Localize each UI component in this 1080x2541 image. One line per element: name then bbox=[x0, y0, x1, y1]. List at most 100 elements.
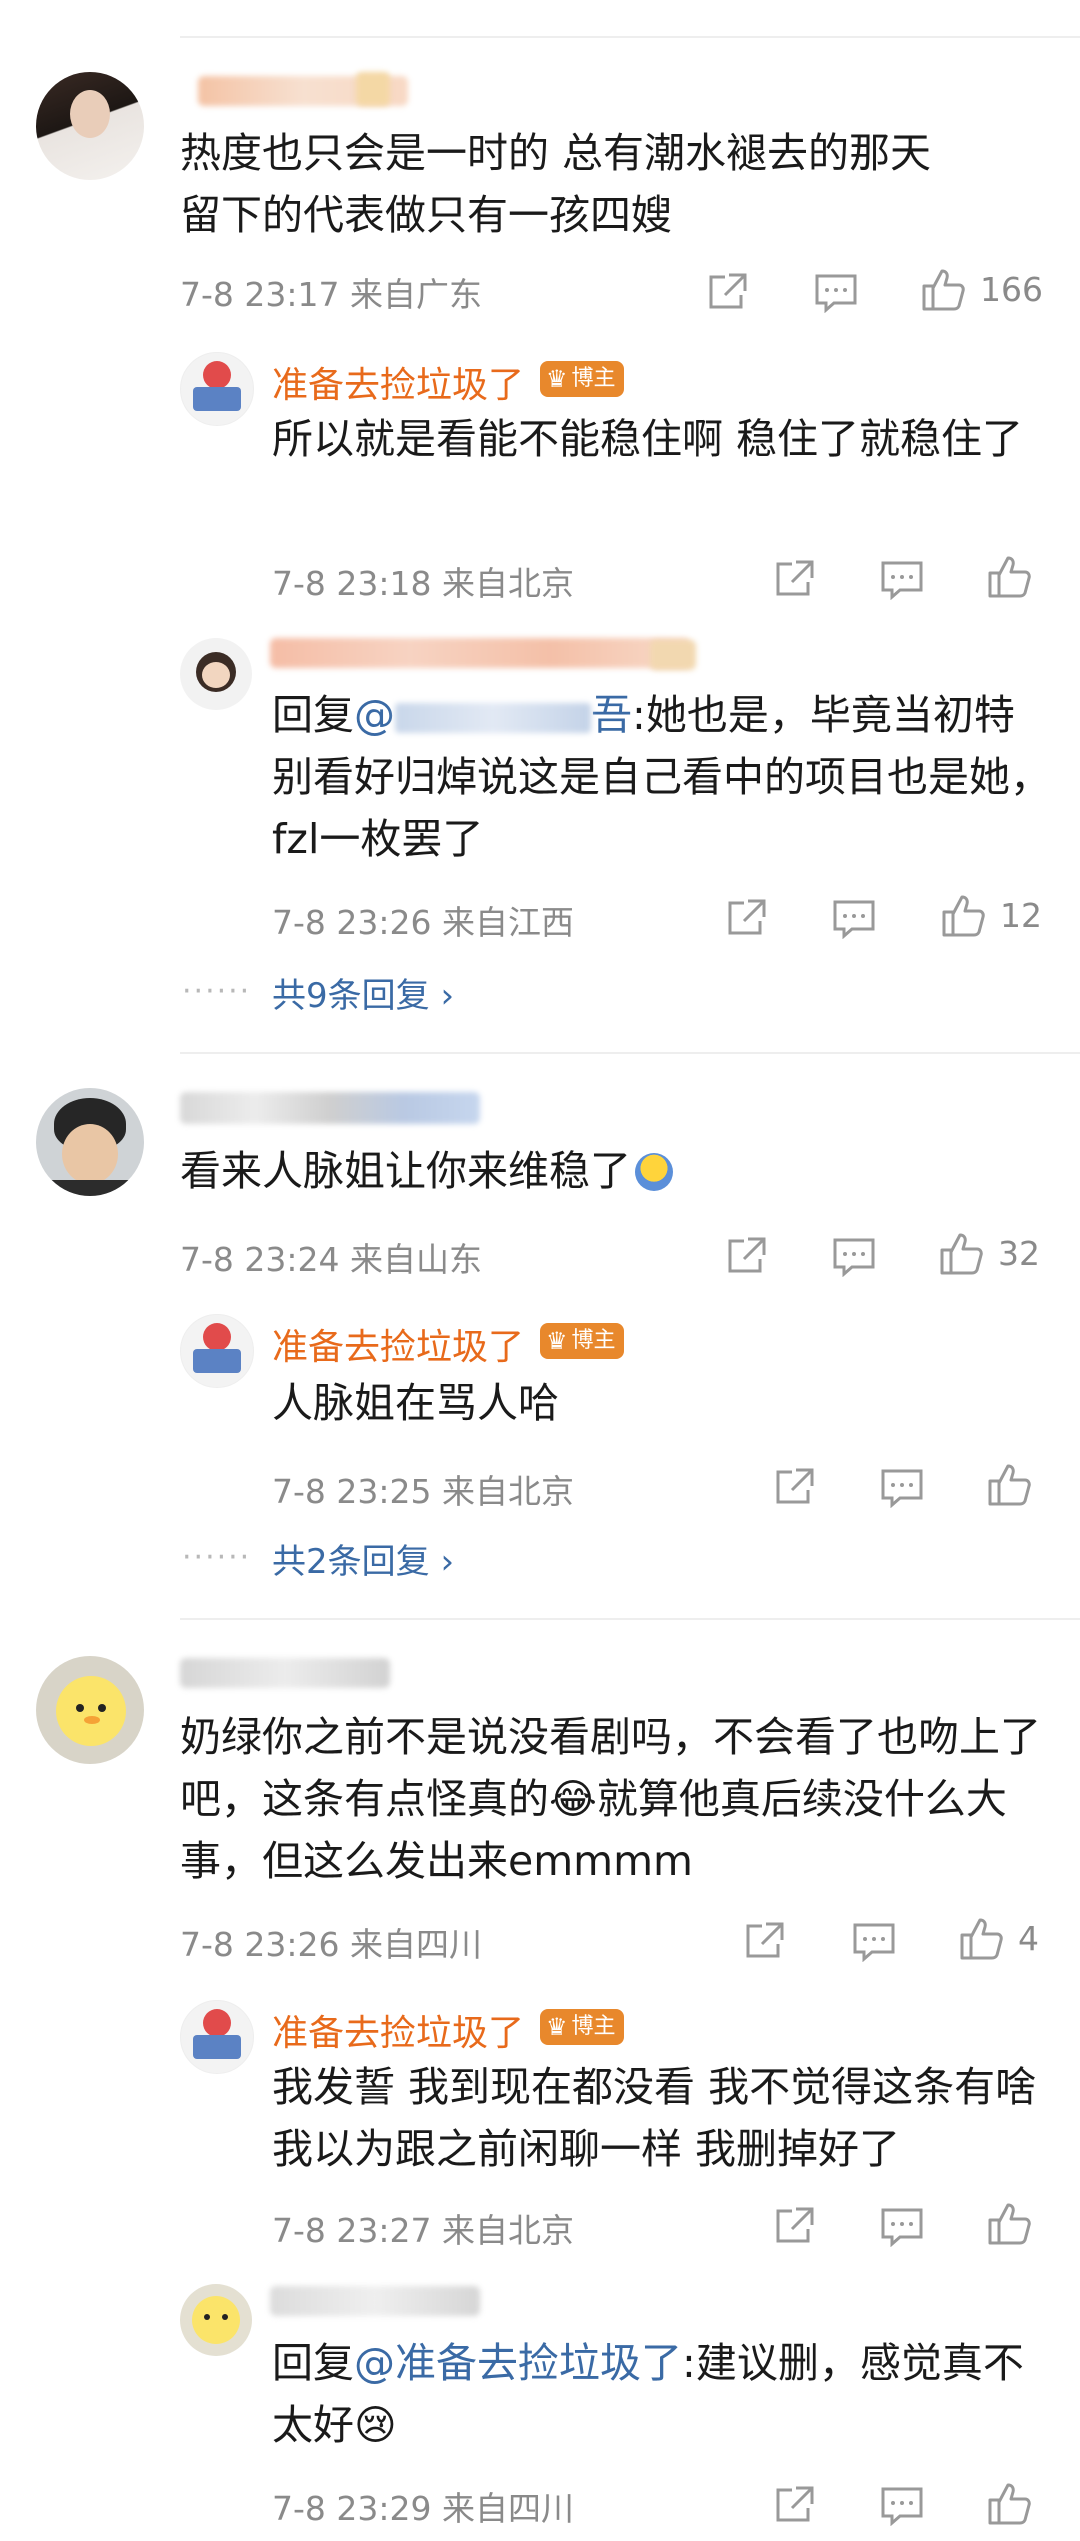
like-button[interactable] bbox=[986, 1461, 1032, 1507]
comment-meta: 7-8 23:24 来自山东 bbox=[180, 1240, 482, 1279]
share-button[interactable] bbox=[772, 558, 816, 602]
like-button[interactable]: 166 bbox=[920, 266, 1043, 312]
comment-meta: 7-8 23:26 来自四川 bbox=[180, 1925, 482, 1964]
author-avatar[interactable] bbox=[180, 1314, 254, 1388]
like-icon bbox=[988, 1464, 1031, 1506]
share-icon bbox=[776, 2486, 814, 2522]
dots-separator: ······ bbox=[182, 974, 252, 1009]
comment-button[interactable] bbox=[880, 2207, 924, 2247]
like-count: 4 bbox=[1018, 1918, 1039, 1958]
share-icon bbox=[709, 273, 747, 309]
comment-icon bbox=[833, 900, 875, 939]
share-icon bbox=[776, 560, 814, 596]
share-icon bbox=[776, 1468, 814, 1504]
comment-button[interactable] bbox=[814, 273, 858, 313]
author-name[interactable]: 准备去捡垃圾了 bbox=[272, 2004, 524, 2056]
reply-text: 回复@ 吾:她也是，毕竟当初特别看好归焯说这是自己看中的项目也是她，fzl一枚罢了 bbox=[272, 691, 1051, 863]
share-button[interactable] bbox=[772, 2205, 816, 2249]
author-name[interactable]: 准备去捡垃圾了 bbox=[272, 356, 524, 408]
comment-icon bbox=[881, 1469, 923, 1508]
like-icon bbox=[988, 2483, 1031, 2525]
author-avatar[interactable] bbox=[180, 352, 254, 426]
author-name[interactable]: 准备去捡垃圾了 bbox=[272, 1318, 524, 1370]
like-button[interactable]: 12 bbox=[940, 892, 1042, 938]
more-replies-link[interactable]: 共9条回复 › bbox=[272, 968, 454, 1017]
blogger-badge: ♛ 博主 bbox=[540, 1323, 624, 1359]
username-blurred[interactable] bbox=[180, 1658, 390, 1688]
like-count: 32 bbox=[998, 1233, 1040, 1273]
comment-meta: 7-8 23:17 来自广东 bbox=[180, 275, 482, 314]
share-button[interactable] bbox=[724, 897, 768, 941]
comment-divider bbox=[180, 1052, 1080, 1054]
mention-blurred bbox=[395, 703, 591, 733]
like-icon bbox=[988, 556, 1031, 598]
comment-button[interactable] bbox=[832, 899, 876, 939]
share-icon bbox=[728, 899, 766, 935]
blogger-badge: ♛ 博主 bbox=[540, 361, 624, 397]
like-button[interactable] bbox=[986, 2200, 1032, 2246]
like-icon bbox=[922, 269, 965, 311]
reply-meta: 7-8 23:26 来自江西 bbox=[272, 903, 574, 942]
share-button[interactable] bbox=[772, 2484, 816, 2528]
like-button[interactable] bbox=[986, 2480, 1032, 2526]
reply-meta: 7-8 23:18 来自北京 bbox=[272, 564, 574, 603]
reply-meta: 7-8 23:29 来自四川 bbox=[272, 2489, 574, 2528]
reply-text: 回复@准备去捡垃圾了:建议删，感觉真不太好😢 bbox=[272, 2339, 1024, 2449]
comment-button[interactable] bbox=[880, 2486, 924, 2526]
reply-text: 人脉姐在骂人哈 bbox=[272, 1379, 559, 1427]
more-replies-link[interactable]: 共2条回复 › bbox=[272, 1534, 454, 1583]
avatar[interactable] bbox=[36, 1088, 144, 1196]
mention-link[interactable]: @ 吾 bbox=[354, 691, 632, 739]
crown-icon: ♛ bbox=[546, 2013, 568, 2041]
username-blurred[interactable] bbox=[270, 2286, 480, 2316]
like-button[interactable] bbox=[986, 553, 1032, 599]
comment-text: 看来人脉姐让你来维稳了 bbox=[180, 1140, 1040, 1202]
mention-link[interactable]: @准备去捡垃圾了 bbox=[354, 2339, 682, 2387]
comment-button[interactable] bbox=[832, 1237, 876, 1277]
like-icon bbox=[940, 1233, 983, 1275]
reply-text: 所以就是看能不能稳住啊 稳住了就稳住了 bbox=[272, 415, 1024, 463]
share-icon bbox=[776, 2207, 814, 2243]
avatar[interactable] bbox=[36, 1656, 144, 1764]
reply-text: 我发誓 我到现在都没看 我不觉得这条有啥 我以为跟之前闲聊一样 我删掉好了 bbox=[272, 2063, 1037, 2173]
share-button[interactable] bbox=[742, 1920, 786, 1964]
share-button[interactable] bbox=[705, 271, 749, 315]
like-button[interactable]: 32 bbox=[938, 1230, 1040, 1276]
crown-icon: ♛ bbox=[546, 1327, 568, 1355]
comment-icon bbox=[833, 1238, 875, 1277]
dots-separator: ······ bbox=[182, 1540, 252, 1575]
crown-icon: ♛ bbox=[546, 365, 568, 393]
avatar[interactable] bbox=[36, 72, 144, 180]
reply-meta: 7-8 23:27 来自北京 bbox=[272, 2211, 574, 2250]
share-button[interactable] bbox=[724, 1235, 768, 1279]
comment-icon bbox=[881, 561, 923, 600]
author-avatar[interactable] bbox=[180, 2000, 254, 2074]
avatar[interactable] bbox=[180, 638, 252, 710]
like-icon bbox=[988, 2203, 1031, 2245]
comment-icon bbox=[881, 2208, 923, 2247]
username-blurred[interactable] bbox=[270, 638, 690, 668]
comment-icon bbox=[853, 1923, 895, 1962]
blogger-badge: ♛ 博主 bbox=[540, 2009, 624, 2045]
comment-icon bbox=[815, 274, 857, 313]
like-icon bbox=[960, 1918, 1003, 1960]
comment-button[interactable] bbox=[880, 560, 924, 600]
comment-text: 热度也只会是一时的 总有潮水褪去的那天 留下的代表做只有一孩四嫂 bbox=[180, 129, 932, 239]
like-count: 166 bbox=[980, 269, 1043, 309]
like-button[interactable]: 4 bbox=[958, 1915, 1039, 1961]
top-divider bbox=[180, 36, 1080, 38]
comment-button[interactable] bbox=[880, 1468, 924, 1508]
like-icon bbox=[942, 895, 985, 937]
share-icon bbox=[728, 1237, 766, 1273]
comment-icon bbox=[881, 2487, 923, 2526]
comment-divider bbox=[180, 1618, 1080, 1620]
avatar[interactable] bbox=[180, 2284, 252, 2356]
like-count: 12 bbox=[1000, 895, 1042, 935]
username-blurred[interactable] bbox=[180, 1092, 480, 1124]
comment-text: 奶绿你之前不是说没看剧吗，不会看了也吻上了吧，这条有点怪真的😂就算他真后续没什么… bbox=[180, 1713, 1041, 1885]
share-icon bbox=[746, 1922, 784, 1958]
comment-button[interactable] bbox=[852, 1922, 896, 1962]
shrug-emoji-icon bbox=[635, 1153, 673, 1191]
share-button[interactable] bbox=[772, 1466, 816, 1510]
reply-meta: 7-8 23:25 来自北京 bbox=[272, 1472, 574, 1511]
